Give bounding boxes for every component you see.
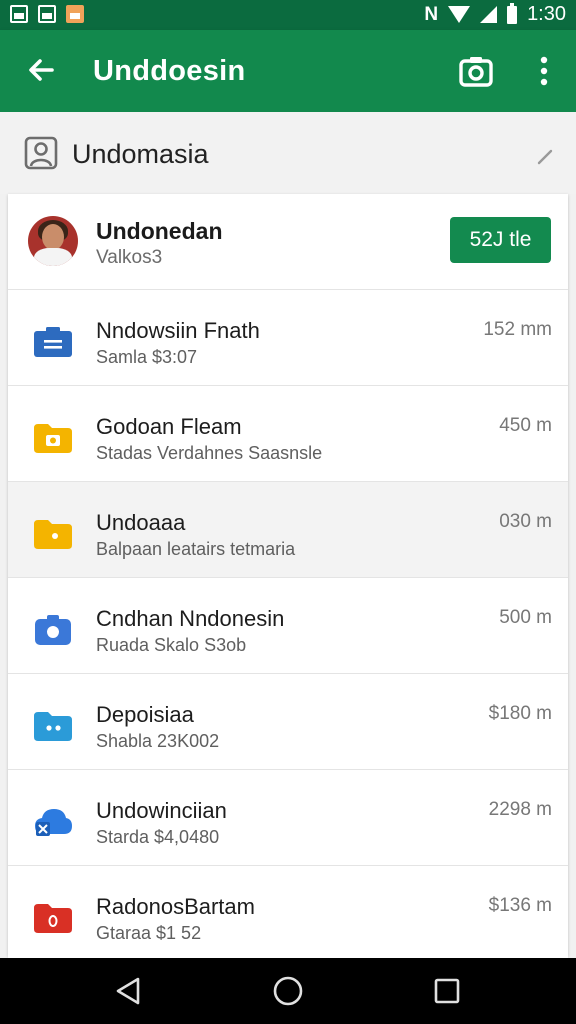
file-title: RadonosBartam	[96, 894, 255, 919]
file-title: Undowinciian	[96, 798, 227, 823]
account-header[interactable]: Undomasia	[0, 112, 576, 194]
file-subtitle: Shabla 23K002	[96, 731, 220, 751]
wifi-icon	[448, 6, 471, 23]
back-nav-button[interactable]	[110, 972, 148, 1010]
file-title: Undoaaa	[96, 510, 186, 535]
user-row[interactable]: Undonedan Valkos3 52J tle	[8, 194, 568, 290]
briefcase-icon	[34, 327, 72, 357]
home-nav-icon	[273, 976, 303, 1006]
account-title: Undomasia	[72, 139, 209, 169]
status-bar: N 1:30	[0, 0, 576, 30]
camera-icon	[35, 615, 71, 645]
home-nav-button[interactable]	[269, 972, 307, 1010]
more-vert-icon	[540, 56, 548, 86]
file-subtitle: Balpaan leatairs tetmaria	[96, 539, 296, 559]
file-title: Nndowsiin Fnath	[96, 318, 260, 343]
cloud-upload-icon	[35, 809, 72, 836]
list-item[interactable]: Godoan Fleam Stadas Verdahnes Saasnsle 4…	[8, 386, 568, 482]
file-subtitle: Starda $4,0480	[96, 827, 220, 847]
file-size: 450 m	[499, 415, 552, 436]
system-icons: N 1:30	[424, 2, 566, 26]
gallery-icon	[10, 5, 28, 23]
file-size: 2298 m	[488, 799, 552, 820]
back-button[interactable]	[22, 50, 62, 90]
file-size: 152 mm	[483, 319, 552, 340]
list-item[interactable]: Depoisiaa Shabla 23K002 $180 m	[8, 674, 568, 770]
notification-icons	[10, 5, 84, 23]
app-bar: Unddoesin	[0, 30, 576, 112]
signal-icon	[480, 6, 498, 23]
camera-icon	[459, 57, 493, 87]
camera-folder-icon	[34, 424, 72, 453]
user-name: Undonedan	[96, 218, 223, 244]
nfc-icon: N	[424, 3, 439, 25]
file-subtitle: Ruada Skalo S3ob	[96, 635, 247, 655]
file-subtitle: Samla $3:07	[96, 347, 198, 367]
file-subtitle: Gtaraa $1 52	[96, 923, 202, 943]
file-size: $136 m	[488, 895, 552, 916]
pdf-icon	[34, 904, 72, 933]
file-size: 500 m	[499, 607, 552, 628]
list-item[interactable]: Undowinciian Starda $4,0480 2298 m	[8, 770, 568, 866]
list-item[interactable]: Cndhan Nndonesin Ruada Skalo S3ob 500 m	[8, 578, 568, 674]
file-title: Godoan Fleam	[96, 414, 242, 439]
recents-nav-icon	[434, 978, 460, 1004]
list-item[interactable]: Undoaaa Balpaan leatairs tetmaria 030 m	[8, 482, 568, 578]
file-title: Cndhan Nndonesin	[96, 606, 285, 631]
more-options-button[interactable]	[528, 51, 560, 91]
gallery-icon	[38, 5, 56, 23]
camera-button[interactable]	[456, 51, 496, 91]
avatar	[28, 216, 78, 266]
recents-nav-button[interactable]	[428, 972, 466, 1010]
shared-folder-icon	[34, 712, 72, 741]
app-title: Unddoesin	[93, 55, 246, 87]
file-size: $180 m	[488, 703, 552, 724]
list-item[interactable]: Nndowsiin Fnath Samla $3:07 152 mm	[8, 290, 568, 386]
file-title: Depoisiaa	[96, 702, 194, 727]
edit-icon[interactable]	[534, 144, 558, 168]
navigation-bar	[0, 958, 576, 1024]
user-subtitle: Valkos3	[96, 247, 163, 268]
battery-icon	[507, 2, 518, 24]
arrow-back-icon	[29, 59, 54, 81]
list-item[interactable]: RadonosBartam Gtaraa $1 52 $136 m	[8, 866, 568, 962]
file-size: 030 m	[499, 511, 552, 532]
storage-button[interactable]: 52J tle	[450, 217, 551, 263]
photo-icon	[66, 5, 84, 23]
account-box-icon	[24, 136, 58, 170]
back-nav-icon	[116, 977, 140, 1005]
file-list-card: Undonedan Valkos3 52J tle Nndowsiin Fnat…	[8, 194, 568, 962]
file-subtitle: Stadas Verdahnes Saasnsle	[96, 443, 323, 463]
folder-icon	[34, 520, 72, 549]
clock: 1:30	[527, 3, 566, 25]
